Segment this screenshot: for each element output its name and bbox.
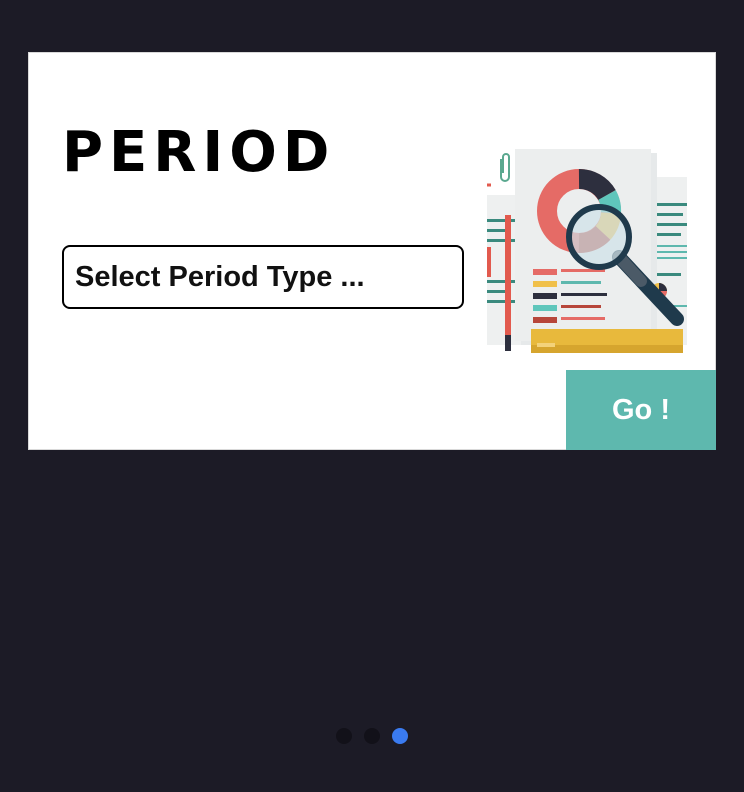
period-type-select[interactable]: Select Period Type ... <box>62 245 464 309</box>
page-dot-3-active[interactable] <box>392 728 408 744</box>
page-dot-2[interactable] <box>364 728 380 744</box>
page-indicator <box>336 728 408 744</box>
period-type-select-label: Select Period Type ... <box>75 260 365 293</box>
report-analysis-illustration <box>487 149 687 353</box>
page-dot-1[interactable] <box>336 728 352 744</box>
period-title: PERIOD <box>62 120 336 185</box>
go-button[interactable]: Go ! <box>566 370 716 450</box>
period-card: PERIOD Select Period Type ... Go ! <box>28 52 716 450</box>
